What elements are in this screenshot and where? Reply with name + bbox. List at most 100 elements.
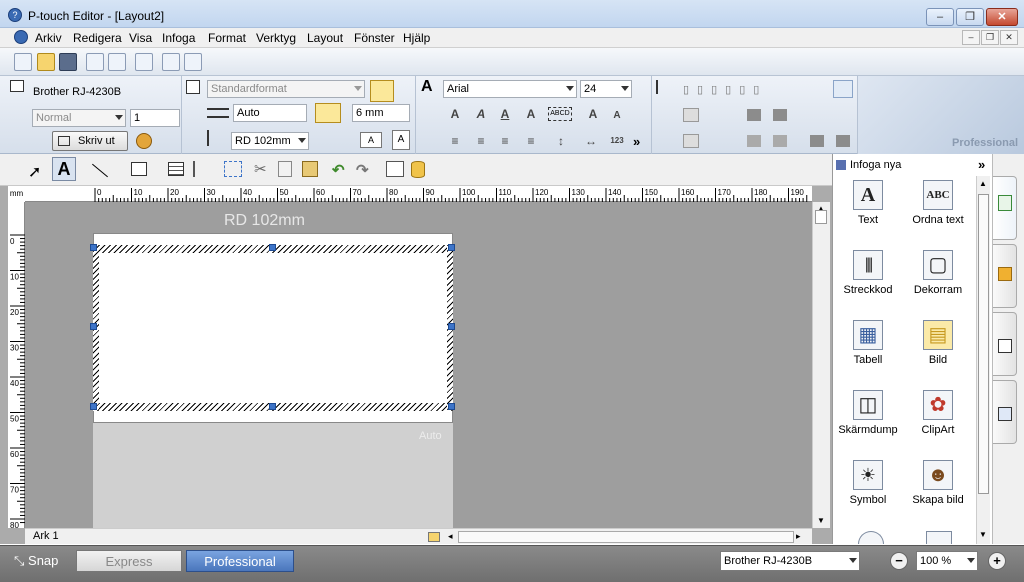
- save-icon[interactable]: [59, 53, 77, 71]
- align-left-icon[interactable]: ≡: [446, 133, 464, 149]
- margin-field[interactable]: 6 mm: [352, 104, 410, 122]
- italic-icon[interactable]: A: [472, 106, 490, 122]
- tab-insert[interactable]: [993, 176, 1017, 240]
- properties-window-icon[interactable]: [386, 161, 404, 177]
- mdi-restore-button[interactable]: ❐: [981, 30, 999, 45]
- grow-font-icon[interactable]: A: [584, 106, 602, 122]
- cut-icon[interactable]: ✂: [254, 160, 267, 178]
- text-frame-icon[interactable]: A: [360, 132, 382, 148]
- mode-professional-button[interactable]: Professional: [186, 550, 294, 572]
- horizontal-scroll-thumb[interactable]: [458, 531, 794, 543]
- text-tool-icon[interactable]: A: [52, 157, 76, 181]
- insert-barcode[interactable]: ||| Streckkod: [836, 250, 900, 296]
- undo-icon[interactable]: ↶: [332, 161, 345, 179]
- document-icon[interactable]: [14, 30, 28, 44]
- insert-clipart[interactable]: ✿ ClipArt: [906, 390, 970, 436]
- resize-handle[interactable]: [448, 323, 455, 330]
- resize-handle[interactable]: [90, 403, 97, 410]
- group-icon[interactable]: [747, 109, 761, 121]
- vertical-text-icon[interactable]: A: [392, 130, 410, 150]
- lock-icon[interactable]: [683, 108, 699, 122]
- resize-handle[interactable]: [90, 323, 97, 330]
- menu-arkiv[interactable]: Arkiv: [35, 31, 62, 45]
- text-frame-fit-icon[interactable]: ABCD: [548, 107, 572, 121]
- distribute-icon[interactable]: [833, 80, 853, 98]
- insert-arrange-text[interactable]: ABC Ordna text: [906, 180, 970, 226]
- add-sheet-icon[interactable]: [428, 532, 440, 542]
- print-preview-icon[interactable]: [108, 53, 126, 71]
- scroll-up-icon[interactable]: ▲: [979, 179, 987, 188]
- insert-frame[interactable]: ▢ Dekorram: [906, 250, 970, 296]
- open-folder-icon[interactable]: [37, 53, 55, 71]
- tab-objects[interactable]: [993, 312, 1017, 376]
- minimize-button[interactable]: –: [926, 8, 954, 26]
- mdi-close-button[interactable]: ✕: [1000, 30, 1018, 45]
- insert-table[interactable]: ▦ Tabell: [836, 320, 900, 366]
- new-layout-icon[interactable]: [14, 53, 32, 71]
- menu-infoga[interactable]: Infoga: [162, 31, 195, 45]
- statusbar-printer-select[interactable]: Brother RJ-4230B: [720, 551, 860, 571]
- transfer-icon[interactable]: [184, 53, 202, 71]
- insert-image[interactable]: ▤ Bild: [906, 320, 970, 366]
- printable-area[interactable]: [99, 253, 447, 403]
- sheet-tab[interactable]: Ark 1: [33, 530, 59, 542]
- scroll-thumb[interactable]: [815, 210, 827, 224]
- menu-hjalp[interactable]: Hjälp: [403, 31, 430, 45]
- menu-layout[interactable]: Layout: [307, 31, 343, 45]
- collapse-panel-icon[interactable]: »: [978, 157, 985, 172]
- quality-select[interactable]: Normal: [32, 109, 126, 127]
- menu-redigera[interactable]: Redigera: [73, 31, 122, 45]
- restore-button[interactable]: ❐: [956, 8, 984, 26]
- font-size-select[interactable]: 24: [580, 80, 632, 98]
- paper-orientation-icon[interactable]: [370, 80, 394, 102]
- insert-symbol[interactable]: ☀ Symbol: [836, 460, 900, 506]
- paper-format-select[interactable]: Standardformat: [207, 80, 365, 98]
- bold-icon[interactable]: A: [446, 106, 464, 122]
- copies-stepper[interactable]: 1: [130, 109, 180, 127]
- outline-icon[interactable]: A: [522, 106, 540, 122]
- scroll-left-icon[interactable]: ◂: [448, 531, 453, 542]
- tab-layout[interactable]: [993, 244, 1017, 308]
- text-abc-icon[interactable]: [135, 53, 153, 71]
- scroll-down-icon[interactable]: ▼: [817, 516, 825, 525]
- resize-handle[interactable]: [269, 403, 276, 410]
- database-icon[interactable]: [411, 161, 425, 178]
- mdi-minimize-button[interactable]: –: [962, 30, 980, 45]
- table-tool-icon[interactable]: [168, 162, 184, 176]
- scroll-right-icon[interactable]: ▸: [796, 531, 801, 542]
- zoom-select[interactable]: 100 %: [916, 551, 978, 571]
- menu-format[interactable]: Format: [208, 31, 246, 45]
- snap-toggle[interactable]: ⤡ Snap: [14, 553, 58, 569]
- print-button[interactable]: Skriv ut: [52, 131, 128, 151]
- vertical-scrollbar[interactable]: ▲ ▼: [812, 202, 830, 528]
- flip-icon[interactable]: [747, 135, 761, 147]
- menu-visa[interactable]: Visa: [129, 31, 152, 45]
- tree-tool-icon[interactable]: [193, 161, 211, 177]
- transform-icon[interactable]: [224, 161, 242, 177]
- menu-fonster[interactable]: Fönster: [354, 31, 395, 45]
- insert-text[interactable]: A Text: [836, 180, 900, 226]
- paste-icon[interactable]: [302, 161, 318, 177]
- resize-handle[interactable]: [90, 244, 97, 251]
- character-spacing-icon[interactable]: ↔: [582, 133, 600, 149]
- database-icon[interactable]: [162, 53, 180, 71]
- select-arrow-icon[interactable]: ➚: [28, 162, 41, 182]
- numbering-icon[interactable]: 123: [608, 133, 626, 149]
- copy-icon[interactable]: [278, 161, 292, 177]
- zoom-in-button[interactable]: +: [988, 552, 1006, 570]
- length-field[interactable]: Auto: [233, 104, 307, 122]
- shrink-font-icon[interactable]: A: [608, 108, 626, 124]
- ungroup-icon[interactable]: [773, 109, 787, 121]
- resize-handle[interactable]: [269, 244, 276, 251]
- list-icon[interactable]: [926, 531, 952, 544]
- menu-verktyg[interactable]: Verktyg: [256, 31, 296, 45]
- insert-create-image[interactable]: ☻ Skapa bild: [906, 460, 970, 506]
- zoom-out-button[interactable]: −: [890, 552, 908, 570]
- rotate-icon[interactable]: [773, 135, 787, 147]
- mode-express-button[interactable]: Express: [76, 550, 182, 572]
- scroll-down-icon[interactable]: ▼: [979, 530, 987, 539]
- justify-icon[interactable]: ≡: [522, 133, 540, 149]
- insert-panel-scrollbar[interactable]: ▲ ▼: [976, 176, 990, 544]
- printer-settings-icon[interactable]: [136, 133, 152, 149]
- tab-text-styles[interactable]: [993, 380, 1017, 444]
